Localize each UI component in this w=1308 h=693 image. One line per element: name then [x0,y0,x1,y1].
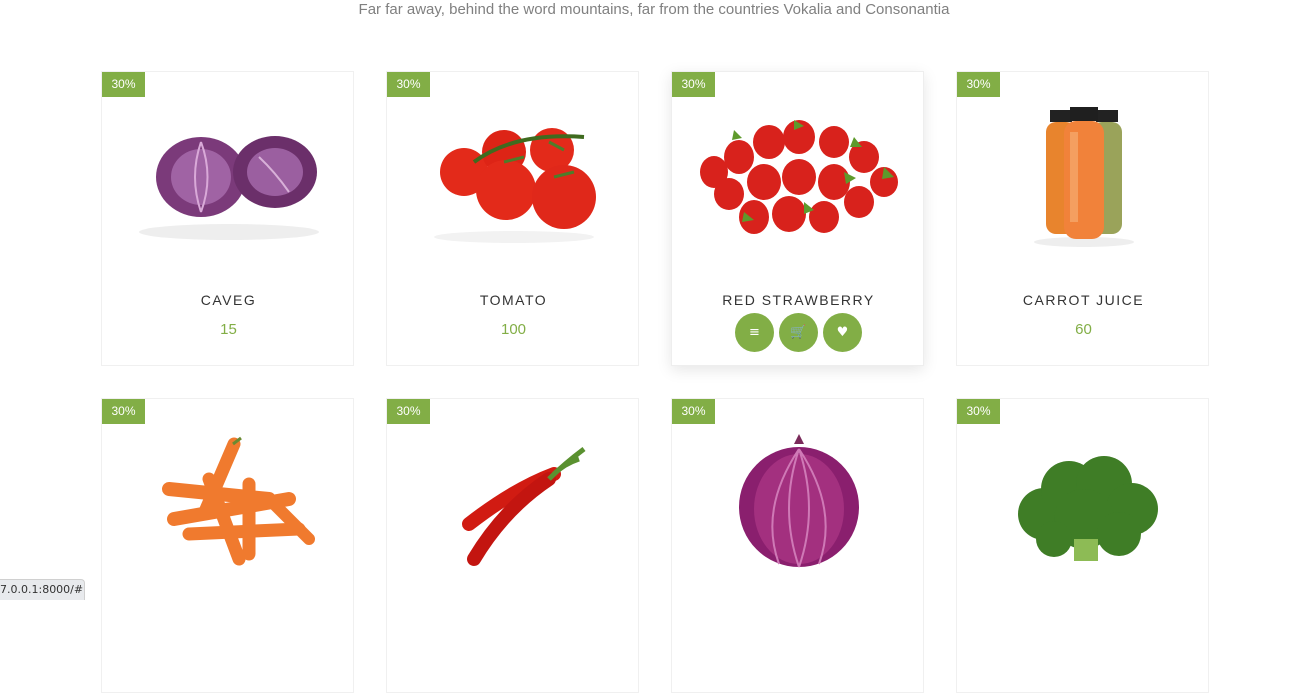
discount-badge: 30% [102,399,145,424]
product-card[interactable]: 30% [671,398,924,693]
product-name[interactable]: RED STRAWBERRY [672,292,925,308]
product-name[interactable]: CARROT JUICE [957,292,1210,308]
product-card[interactable]: 30% [671,71,924,366]
product-card[interactable]: 30% TOMATO 100 [386,71,639,366]
browser-status-url: 7.0.0.1:8000/# [0,579,85,600]
discount-badge: 30% [387,72,430,97]
product-card[interactable]: 30% CARROT JUICE 60 [956,71,1209,366]
discount-badge: 30% [387,399,430,424]
product-image-carrots[interactable] [102,429,355,619]
product-card[interactable]: 30% [101,398,354,693]
product-name[interactable]: CAVEG [102,292,355,308]
product-image-red-onion[interactable] [672,429,925,619]
menu-icon[interactable]: ≡ [735,313,774,352]
product-card[interactable]: 30% CAVEG 15 [101,71,354,366]
product-name[interactable]: TOMATO [387,292,640,308]
discount-badge: 30% [957,399,1000,424]
product-price: 60 [1075,321,1092,338]
product-image-juice-bottles[interactable] [957,102,1210,292]
product-grid: 30% CAVEG 15 30% TOMATO 100 30% RED STRA… [0,0,1308,693]
product-price: 100 [500,321,527,338]
discount-badge: 30% [102,72,145,97]
product-price: 15 [220,321,237,338]
product-image-broccoli[interactable] [957,429,1210,619]
cart-icon[interactable]: 🛒 [779,313,818,352]
product-actions: ≡ 🛒 ♥ [672,313,925,352]
product-card[interactable]: 30% [386,398,639,693]
heart-icon[interactable]: ♥ [823,313,862,352]
discount-badge: 30% [672,72,715,97]
discount-badge: 30% [957,72,1000,97]
product-image-red-cabbage[interactable] [102,102,355,292]
product-image-tomato[interactable] [387,102,640,292]
product-image-strawberry[interactable] [672,102,925,292]
product-card[interactable]: 30% [956,398,1209,693]
discount-badge: 30% [672,399,715,424]
product-image-chili-peppers[interactable] [387,429,640,619]
